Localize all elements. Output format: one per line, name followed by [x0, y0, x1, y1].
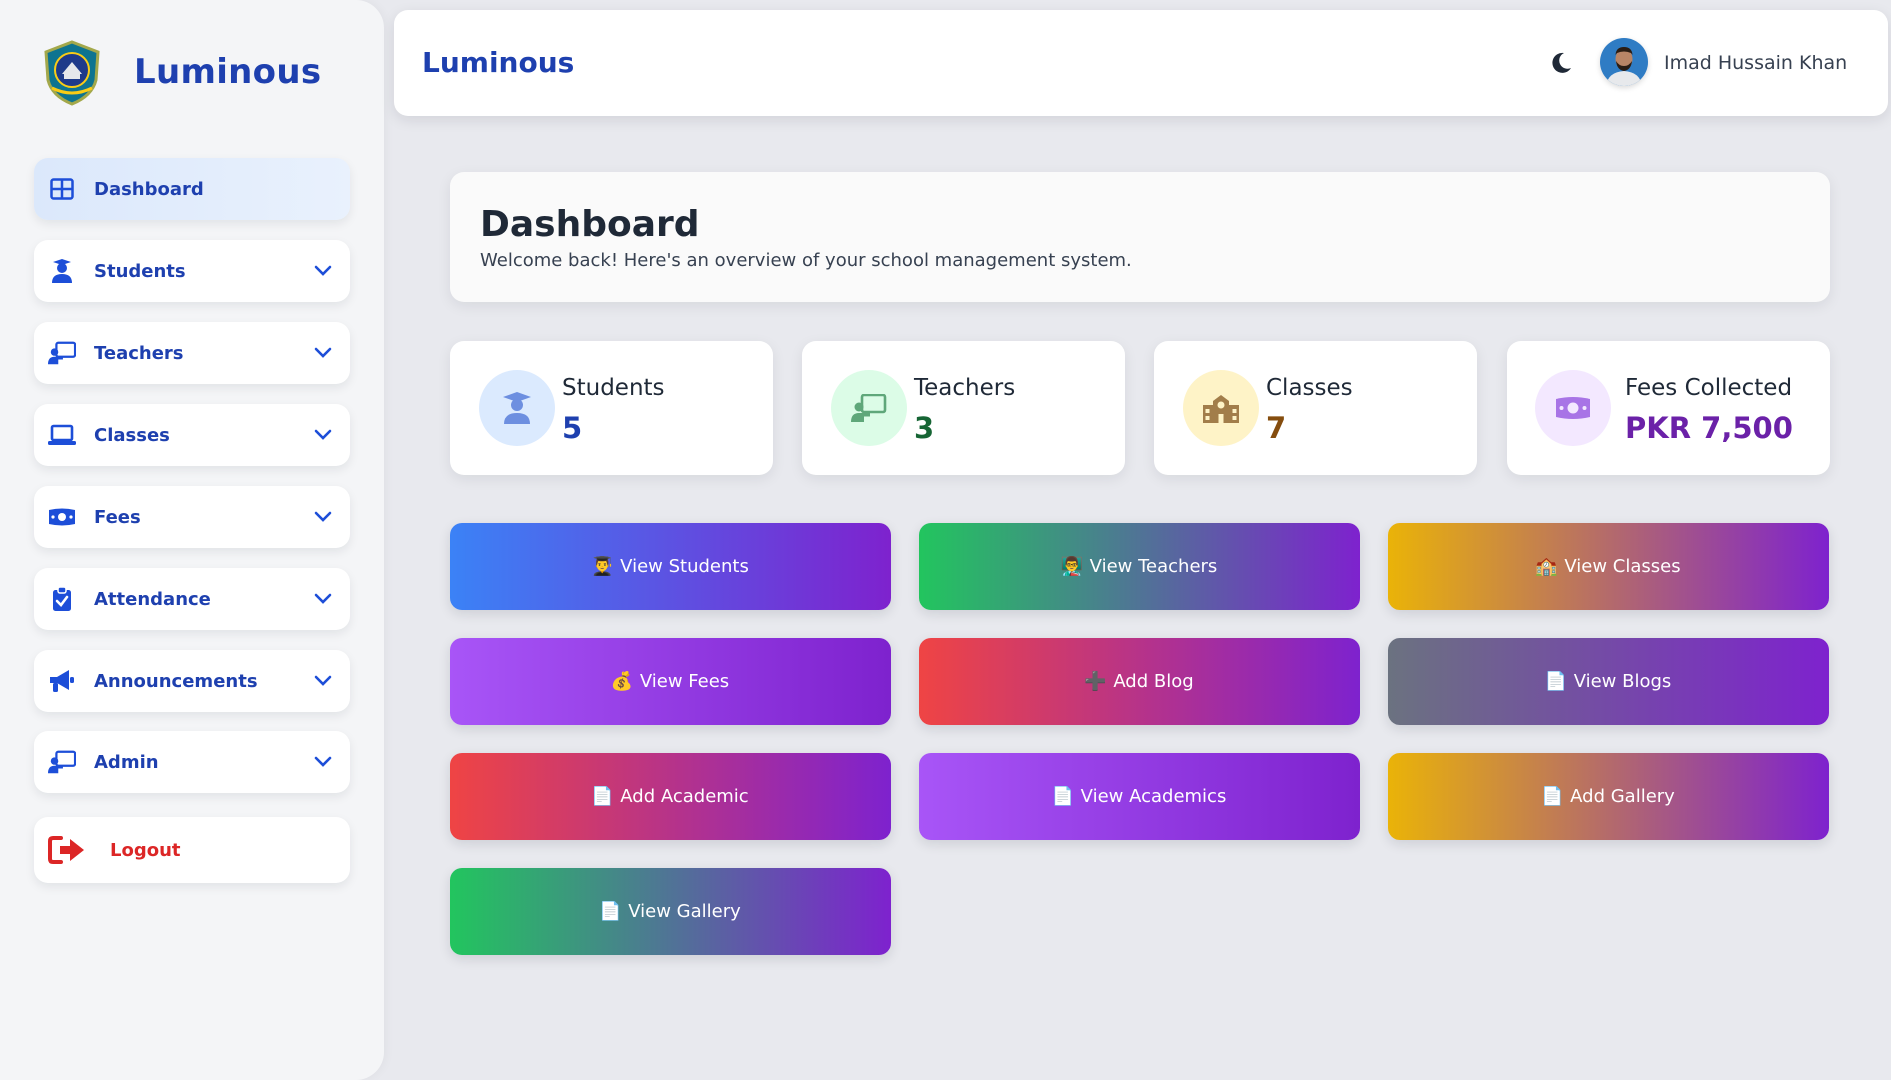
view-fees-button[interactable]: 💰 View Fees	[450, 638, 891, 725]
chevron-down-icon[interactable]	[312, 260, 334, 282]
plus-icon: ➕	[1084, 671, 1107, 692]
sidebar-item-students[interactable]: Students	[34, 240, 350, 302]
stat-value: 5	[562, 411, 583, 445]
sidebar-item-label: Attendance	[94, 588, 211, 610]
school-emoji-icon: 🏫	[1535, 556, 1558, 577]
chevron-down-icon[interactable]	[312, 342, 334, 364]
button-label: Add Gallery	[1570, 786, 1675, 807]
brand[interactable]: Luminous	[38, 38, 321, 106]
view-blogs-button[interactable]: 📄 View Blogs	[1388, 638, 1829, 725]
add-blog-button[interactable]: ➕ Add Blog	[919, 638, 1360, 725]
money-bag-icon: 💰	[610, 671, 634, 692]
view-students-button[interactable]: 👨‍🎓 View Students	[450, 523, 891, 610]
sidebar-item-label: Fees	[94, 506, 141, 528]
sidebar-item-label: Dashboard	[94, 178, 204, 200]
logout-icon	[48, 836, 86, 864]
sidebar-item-admin[interactable]: Admin	[34, 731, 350, 793]
teacher-icon	[48, 339, 76, 367]
button-label: View Gallery	[628, 901, 741, 922]
school-icon	[1183, 370, 1259, 446]
view-classes-button[interactable]: 🏫 View Classes	[1388, 523, 1829, 610]
laptop-icon	[48, 421, 76, 449]
money-icon	[1535, 370, 1611, 446]
sidebar-item-fees[interactable]: Fees	[34, 486, 350, 548]
button-label: Add Blog	[1113, 671, 1194, 692]
button-label: View Fees	[639, 671, 730, 692]
brand-name: Luminous	[134, 52, 322, 92]
student-emoji-icon: 👨‍🎓	[590, 556, 614, 577]
stat-card-students[interactable]: Students 5	[450, 341, 773, 475]
button-label: View Classes	[1564, 556, 1681, 577]
stat-label: Fees Collected	[1625, 375, 1793, 401]
megaphone-icon	[48, 667, 76, 695]
document-icon: 📄	[599, 901, 622, 922]
avatar[interactable]	[1600, 38, 1648, 86]
chalkboard-teacher-icon	[831, 370, 907, 446]
chevron-down-icon[interactable]	[312, 751, 334, 773]
add-gallery-button[interactable]: 📄 Add Gallery	[1388, 753, 1829, 840]
sidebar-item-classes[interactable]: Classes	[34, 404, 350, 466]
chevron-down-icon[interactable]	[312, 506, 334, 528]
money-icon	[48, 503, 76, 531]
view-academics-button[interactable]: 📄 View Academics	[919, 753, 1360, 840]
sidebar: Luminous Dashboard Students Teachers Cla…	[0, 0, 384, 1080]
stat-label: Teachers	[914, 375, 1016, 401]
sidebar-item-label: Students	[94, 260, 186, 282]
graduate-icon	[479, 370, 555, 446]
teacher-emoji-icon: 👨‍🏫	[1060, 556, 1083, 577]
sidebar-item-announcements[interactable]: Announcements	[34, 650, 350, 712]
stat-card-classes[interactable]: Classes 7	[1154, 341, 1477, 475]
stat-value: 3	[914, 411, 935, 445]
sidebar-item-label: Classes	[94, 424, 170, 446]
page-title: Dashboard	[480, 204, 700, 245]
sidebar-item-attendance[interactable]: Attendance	[34, 568, 350, 630]
school-crest-logo	[44, 40, 100, 106]
grid-icon	[48, 175, 76, 203]
button-label: View Academics	[1080, 786, 1227, 807]
stat-value: 7	[1266, 411, 1287, 445]
document-icon: 📄	[1540, 786, 1564, 807]
user-name[interactable]: Imad Hussain Khan	[1664, 52, 1847, 74]
document-icon: 📄	[1051, 786, 1074, 807]
document-icon: 📄	[1544, 671, 1567, 692]
add-academic-button[interactable]: 📄 Add Academic	[450, 753, 891, 840]
stat-card-fees[interactable]: Fees Collected PKR 7,500	[1507, 341, 1830, 475]
document-icon: 📄	[591, 786, 614, 807]
button-label: Add Academic	[620, 786, 749, 807]
top-header: Luminous Imad Hussain Khan	[394, 10, 1888, 116]
button-label: View Blogs	[1573, 671, 1672, 692]
button-label: View Students	[620, 556, 749, 577]
moon-icon[interactable]	[1546, 48, 1576, 78]
view-teachers-button[interactable]: 👨‍🏫 View Teachers	[919, 523, 1360, 610]
stat-value: PKR 7,500	[1625, 411, 1793, 445]
logout-label: Logout	[110, 839, 181, 861]
sidebar-item-label: Admin	[94, 751, 159, 773]
clipboard-check-icon	[48, 585, 76, 613]
sidebar-item-dashboard[interactable]: Dashboard	[34, 158, 350, 220]
student-icon	[48, 257, 76, 285]
stat-label: Classes	[1266, 375, 1353, 401]
stat-label: Students	[562, 375, 665, 401]
page-subtitle: Welcome back! Here's an overview of your…	[480, 250, 1132, 271]
logout-button[interactable]: Logout	[34, 817, 350, 883]
sidebar-item-teachers[interactable]: Teachers	[34, 322, 350, 384]
sidebar-item-label: Announcements	[94, 670, 258, 692]
chevron-down-icon[interactable]	[312, 424, 334, 446]
chevron-down-icon[interactable]	[312, 588, 334, 610]
view-gallery-button[interactable]: 📄 View Gallery	[450, 868, 891, 955]
header-title: Luminous	[422, 46, 575, 79]
teacher-icon	[48, 748, 76, 776]
stat-card-teachers[interactable]: Teachers 3	[802, 341, 1125, 475]
welcome-card: Dashboard Welcome back! Here's an overvi…	[450, 172, 1830, 302]
sidebar-item-label: Teachers	[94, 342, 184, 364]
chevron-down-icon[interactable]	[312, 670, 334, 692]
button-label: View Teachers	[1089, 556, 1218, 577]
